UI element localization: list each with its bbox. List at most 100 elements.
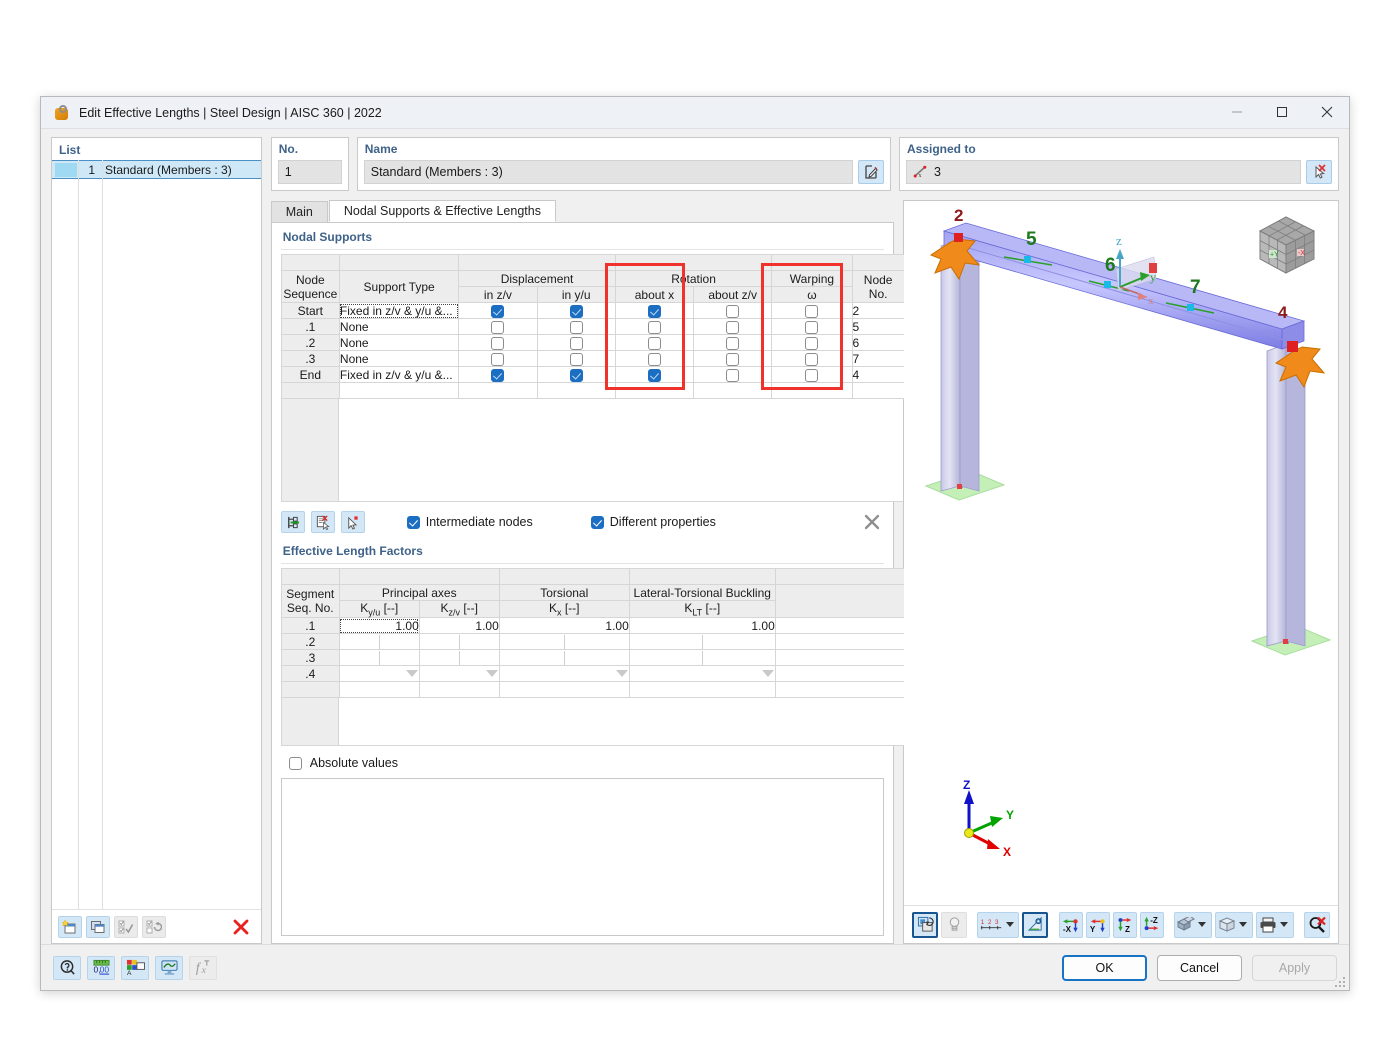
set-nodal-support-button[interactable] [280, 511, 305, 533]
cell-warping[interactable] [771, 318, 853, 335]
cell-kzv[interactable] [418, 649, 500, 667]
cell-rot-z[interactable] [693, 350, 773, 367]
table-row[interactable]: .2 [280, 633, 906, 651]
cell-disp-z[interactable] [458, 366, 538, 383]
cell-klt[interactable]: 1.00 [628, 617, 776, 635]
numbering-button[interactable]: 1 2 3 [977, 911, 1020, 938]
cell-disp-z[interactable] [458, 334, 538, 351]
cell-rot-x[interactable] [614, 350, 695, 367]
cell-disp-z[interactable] [458, 302, 538, 319]
cell-support-type[interactable]: Fixed in z/v & y/u &... [338, 302, 460, 319]
table-row[interactable]: .3 [280, 649, 906, 667]
cell-disp-y[interactable] [536, 366, 616, 383]
cell-kzv[interactable] [418, 665, 500, 683]
visual-settings-button[interactable] [155, 955, 183, 980]
list-body[interactable]: 1 Standard (Members : 3) [52, 160, 261, 909]
formula-button[interactable]: f x [189, 955, 217, 980]
print-button[interactable] [1255, 911, 1294, 938]
cell-kyu[interactable] [338, 649, 420, 667]
view-in-z-button[interactable]: Z [1112, 911, 1137, 938]
name-input[interactable]: Standard (Members : 3) [363, 160, 853, 184]
cell-disp-y[interactable] [536, 318, 616, 335]
cell-kyu[interactable] [338, 633, 420, 651]
cell-rot-x[interactable] [614, 302, 695, 319]
dimensions-button[interactable] [1022, 911, 1049, 938]
new-entry-button[interactable] [58, 915, 82, 938]
cell-rot-z[interactable] [693, 366, 773, 383]
model-viewport[interactable]: +Y -X z y x 2 5 6 7 4 Z Y X [904, 201, 1338, 905]
tab-main[interactable]: Main [270, 201, 328, 222]
cell-support-type[interactable]: Fixed in z/v & y/u &... [338, 366, 460, 383]
tab-nodal-supports-effective-lengths[interactable]: Nodal Supports & Effective Lengths [328, 200, 556, 222]
close-button[interactable] [1304, 97, 1349, 128]
different-properties-checkbox[interactable] [590, 515, 604, 529]
no-input[interactable]: 1 [277, 160, 342, 184]
cell-warping[interactable] [771, 302, 853, 319]
cell-klt[interactable] [628, 633, 776, 651]
cancel-button[interactable]: Cancel [1157, 954, 1242, 981]
wireframe-button[interactable] [1214, 911, 1253, 938]
view-in-x-button[interactable]: -X [1058, 911, 1083, 938]
clear-nodal-supports-button[interactable] [860, 510, 884, 534]
pick-nodal-support-button[interactable] [340, 511, 365, 533]
cell-rot-z[interactable] [693, 318, 773, 335]
lighting-button[interactable] [941, 911, 967, 938]
cell-warping[interactable] [771, 350, 853, 367]
cell-rot-z[interactable] [693, 302, 773, 319]
invert-selection-button[interactable] [142, 915, 166, 938]
table-row[interactable]: .1 1.00 1.00 1.00 1.00 [280, 617, 906, 635]
chevron-down-icon[interactable] [1239, 922, 1248, 927]
cell-disp-z[interactable] [458, 318, 538, 335]
help-button[interactable] [53, 955, 81, 980]
cell-support-type[interactable]: None [338, 318, 460, 335]
cell-klt[interactable] [628, 649, 776, 667]
minimize-button[interactable] [1214, 97, 1259, 128]
view-in-negative-z-button[interactable]: -Z [1139, 911, 1164, 938]
cell-rot-x[interactable] [614, 366, 695, 383]
cell-disp-y[interactable] [536, 334, 616, 351]
intermediate-nodes-checkbox[interactable] [406, 515, 420, 529]
cell-disp-z[interactable] [458, 350, 538, 367]
cell-disp-y[interactable] [536, 350, 616, 367]
cell-kzv[interactable] [418, 633, 500, 651]
cell-rot-x[interactable] [614, 334, 695, 351]
table-row[interactable]: .1 None 5 [280, 318, 905, 335]
cell-kyu[interactable]: 1.00 [338, 617, 420, 635]
cell-rot-z[interactable] [693, 334, 773, 351]
cell-disp-y[interactable] [536, 302, 616, 319]
delete-entry-button[interactable] [227, 916, 255, 938]
reset-zoom-button[interactable] [1304, 911, 1330, 938]
cell-kyu[interactable] [338, 665, 420, 683]
copy-entry-button[interactable] [86, 915, 110, 938]
cell-kx[interactable] [498, 633, 630, 651]
cell-kx[interactable]: 1.00 [498, 617, 630, 635]
resize-grip[interactable] [1333, 975, 1345, 987]
cell-kx[interactable] [498, 649, 630, 667]
display-mode-button[interactable] [1173, 911, 1212, 938]
list-item[interactable]: 1 Standard (Members : 3) [52, 160, 261, 179]
view-in-y-button[interactable]: Y [1085, 911, 1110, 938]
maximize-button[interactable] [1259, 97, 1304, 128]
ok-button[interactable]: OK [1062, 954, 1147, 981]
cell-klt[interactable] [628, 665, 776, 683]
table-row[interactable]: .2 None 6 [280, 334, 905, 351]
nodal-supports-table[interactable]: Node Sequence Support Type Displacement … [280, 254, 905, 399]
cell-support-type[interactable]: None [338, 350, 460, 367]
chevron-down-icon[interactable] [1006, 922, 1015, 927]
cell-support-type[interactable]: None [338, 334, 460, 351]
assigned-input[interactable]: x 3 [906, 160, 1301, 184]
table-row[interactable]: End Fixed in z/v & y/u &... 4 [280, 366, 905, 383]
cell-kx[interactable] [498, 665, 630, 683]
cell-warping[interactable] [771, 366, 853, 383]
absolute-values-checkbox[interactable] [288, 756, 302, 770]
edit-nodal-support-button[interactable] [310, 511, 335, 533]
edit-name-button[interactable] [858, 160, 884, 184]
chevron-down-icon[interactable] [1280, 922, 1289, 927]
cell-kzv[interactable]: 1.00 [418, 617, 500, 635]
cell-warping[interactable] [771, 334, 853, 351]
units-and-decimal-places-button[interactable]: 0, 00 [87, 955, 115, 980]
select-members-button[interactable] [1306, 160, 1332, 184]
apply-button[interactable]: Apply [1252, 954, 1337, 981]
table-row[interactable]: Start Fixed in z/v & y/u &... 2 [280, 302, 905, 319]
table-row[interactable]: .4 [280, 665, 906, 683]
